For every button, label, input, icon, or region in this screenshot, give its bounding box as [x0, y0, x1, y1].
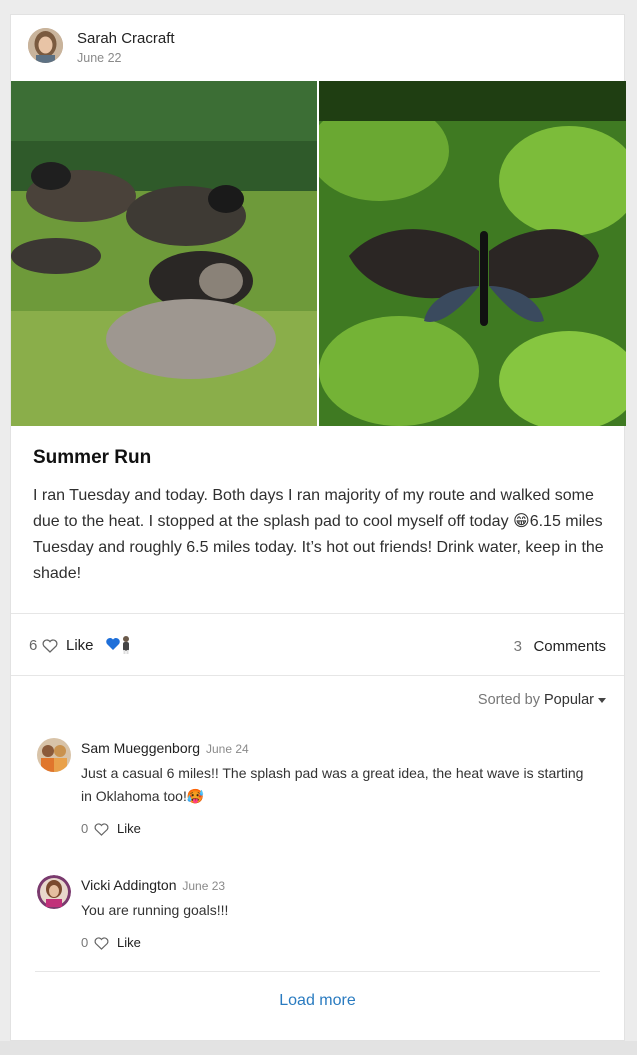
heart-outline-icon[interactable] [94, 823, 109, 836]
sort-label: Sorted by [477, 692, 540, 708]
post-body: I ran Tuesday and today. Both days I ran… [33, 487, 604, 582]
comment-like-count: 0 [81, 821, 89, 836]
photo-butterfly[interactable] [319, 81, 626, 426]
comments-count: 3 [513, 638, 522, 655]
post-card: Sarah Cracraft June 22 Summer Run I ran … [10, 14, 626, 1041]
like-button[interactable]: Like [66, 637, 94, 654]
heart-outline-icon[interactable] [94, 937, 109, 950]
comment-text: Just a casual 6 miles!! The splash pad w… [81, 765, 584, 804]
reaction-icons[interactable] [105, 633, 135, 655]
comment-like-count: 0 [81, 935, 89, 950]
footer-bar [0, 1041, 637, 1055]
like-count: 6 [29, 637, 38, 654]
commenter-name-text[interactable]: Sam Mueggenborg [81, 740, 200, 756]
post-title: Summer Run [33, 447, 152, 468]
comment-like-button[interactable]: Like [117, 821, 141, 836]
comment-like-button[interactable]: Like [117, 935, 141, 950]
author-avatar[interactable] [28, 28, 63, 63]
divider [11, 613, 624, 614]
post-date: June 22 [77, 51, 122, 65]
sort-value: Popular [544, 692, 594, 708]
comment-date: June 23 [182, 879, 226, 893]
commenter-avatar[interactable] [37, 875, 71, 909]
post-actions: 6 Like 3 Comments [11, 615, 624, 675]
commenter-name-text[interactable]: Vicki Addington [81, 877, 176, 893]
comment-item: Sam Mueggenborg June 24 Just a casual 6 … [37, 738, 597, 848]
caret-down-icon[interactable] [598, 698, 606, 703]
comment-text: You are running goals!!! [81, 902, 229, 918]
author-name[interactable]: Sarah Cracraft [77, 30, 175, 47]
divider [11, 675, 624, 676]
photo-gallery [11, 81, 626, 426]
heart-outline-icon[interactable] [42, 639, 58, 653]
divider [35, 971, 600, 972]
sort-dropdown[interactable]: Sorted by Popular [478, 692, 594, 708]
comment-date: June 24 [205, 742, 249, 756]
commenter-name[interactable]: Sam Mueggenborg June 24 [81, 740, 249, 756]
commenter-avatar[interactable] [37, 738, 71, 772]
comments-button[interactable]: Comments [533, 638, 606, 655]
photo-geese[interactable] [11, 81, 317, 426]
commenter-name[interactable]: Vicki Addington June 23 [81, 877, 225, 893]
comment-item: Vicki Addington June 23 You are running … [37, 875, 597, 965]
load-more-link[interactable]: Load more [11, 992, 624, 1010]
post-header: Sarah Cracraft June 22 [11, 15, 624, 81]
